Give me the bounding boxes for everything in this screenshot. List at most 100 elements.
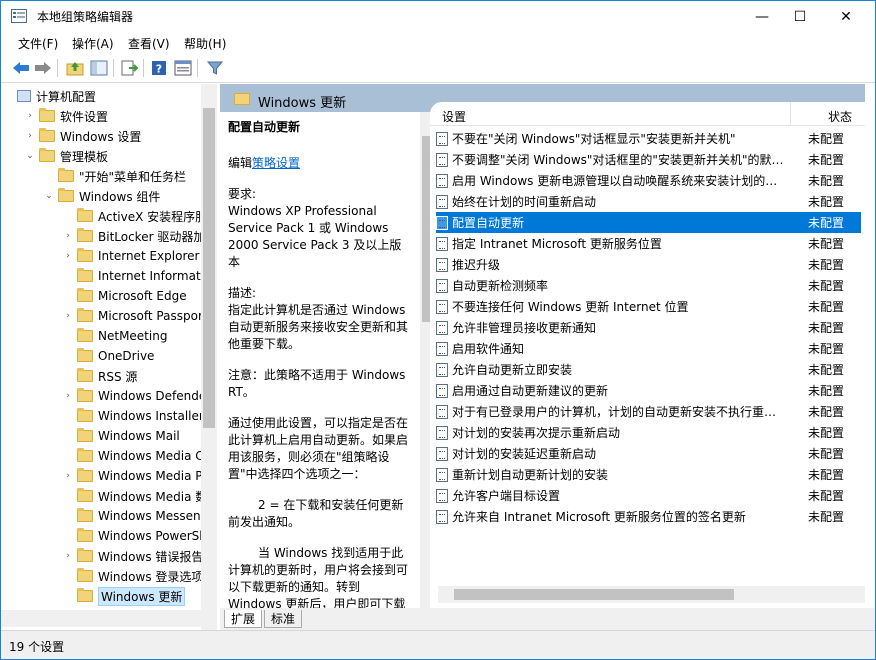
policy-state: 未配置 [808,489,845,503]
policy-row[interactable]: 指定 Intranet Microsoft 更新服务位置 未配置 [436,233,861,254]
policy-row[interactable]: 推迟升级 未配置 [436,254,861,275]
policy-name: 启用软件通知 [452,342,525,356]
policy-state: 未配置 [808,384,845,398]
chevron-right-icon[interactable]: › [62,391,74,401]
tree-item[interactable]: "开始"菜单和任务栏 [43,166,186,186]
policy-row[interactable]: 重新计划自动更新计划的安装 未配置 [436,464,861,485]
policy-setting-icon [436,362,448,377]
back-button[interactable] [11,58,31,78]
maximize-button[interactable]: ☐ [777,1,823,32]
tree-item[interactable]: Microsoft Edge [62,286,187,306]
policy-state: 未配置 [808,447,845,461]
tree-item[interactable]: ⌄ 管理模板 [24,146,108,166]
tree-item[interactable]: › Windows Media Play [62,466,216,486]
menu-action[interactable]: 操作(A) [72,35,114,52]
tree-item[interactable]: ⌄ Windows 组件 [43,186,160,206]
tree-vertical-scrollbar[interactable] [201,84,217,630]
properties-button[interactable] [173,58,193,78]
tree-horizontal-scrollbar[interactable] [1,610,201,627]
close-button[interactable]: ✕ [823,1,869,32]
export-list-button[interactable] [119,58,139,78]
tree-item[interactable]: › Internet Explorer [62,246,199,266]
menu-file[interactable]: 文件(F) [18,35,58,52]
status-bar: 19 个设置 [1,630,875,659]
policy-row[interactable]: 允许客户端目标设置 未配置 [436,485,861,506]
edit-policy-link[interactable]: 策略设置 [252,156,300,170]
back-icon [13,62,29,74]
tree-item[interactable]: OneDrive [62,346,154,366]
tree-item[interactable]: NetMeeting [62,326,167,346]
column-state[interactable]: 状态 [828,108,852,125]
list-scroll-thumb[interactable] [454,589,734,600]
up-folder-button[interactable] [65,58,85,78]
help-button[interactable]: ? [149,58,169,78]
tab-extended[interactable]: 扩展 [224,610,263,628]
policy-row[interactable]: 允许自动更新立即安装 未配置 [436,359,861,380]
tree-item[interactable]: › Windows Defender [62,386,211,406]
policy-state: 未配置 [808,426,845,440]
policy-row[interactable]: 始终在计划的时间重新启动 未配置 [436,191,861,212]
policy-row[interactable]: 对于有已登录用户的计算机，计划的自动更新安装不执行重… 未配置 [436,401,861,422]
tree-item[interactable]: › Windows 设置 [24,126,141,146]
tree-item[interactable]: Windows Messenge [62,506,216,526]
chevron-down-icon[interactable]: ⌄ [43,191,55,201]
status-text: 19 个设置 [9,640,65,654]
tree-item[interactable]: Windows PowerShel [62,526,216,546]
chevron-right-icon[interactable]: › [24,131,36,141]
policy-row[interactable]: 不要连接任何 Windows 更新 Internet 位置 未配置 [436,296,861,317]
tree-scroll-thumb[interactable] [203,108,215,428]
tree-item[interactable]: Windows Mail [62,426,180,446]
tree-item[interactable]: Windows Installer [62,406,204,426]
tree-item[interactable]: › Microsoft Passport f [62,306,216,326]
tree-item[interactable]: Windows Media 数字 [62,486,216,506]
policy-setting-icon [436,509,448,524]
list-header: 设置 状态 [430,102,865,126]
policy-setting-icon [436,278,448,293]
tree-item[interactable]: 计算机配置 [5,86,96,106]
policy-row[interactable]: 允许来自 Intranet Microsoft 更新服务位置的签名更新 未配置 [436,506,861,527]
chevron-right-icon[interactable]: › [62,231,74,241]
tree-item[interactable]: Internet Information [62,266,216,286]
tree-item[interactable]: Windows 登录选项 [62,566,203,586]
tree-item[interactable]: RSS 源 [62,366,137,386]
tree-item[interactable]: › Windows 错误报告 [62,546,203,566]
tree-item[interactable]: Windows 更新 [62,586,186,606]
policy-state: 未配置 [808,300,845,314]
policy-row[interactable]: 允许非管理员接收更新通知 未配置 [436,317,861,338]
policy-state: 未配置 [808,321,845,335]
tree-item[interactable]: Windows Media Cen [62,446,216,466]
tree-item[interactable]: ActiveX 安装程序服务 [62,206,216,226]
folder-icon [39,108,55,122]
toolbar: ? [1,53,875,83]
chevron-down-icon[interactable]: ⌄ [24,151,36,161]
chevron-right-icon[interactable]: › [62,471,74,481]
chevron-right-icon[interactable]: › [62,551,74,561]
policy-row[interactable]: 不要调整"关闭 Windows"对话框里的"安装更新并关机"的默… 未配置 [436,149,861,170]
menu-help[interactable]: 帮助(H) [184,35,226,52]
policy-row[interactable]: 启用通过自动更新建议的更新 未配置 [436,380,861,401]
chevron-right-icon[interactable]: › [62,251,74,261]
folder-icon [77,548,93,562]
menu-view[interactable]: 查看(V) [128,35,170,52]
chevron-right-icon[interactable]: › [62,311,74,321]
chevron-right-icon[interactable]: › [24,111,36,121]
folder-icon [234,93,250,105]
policy-row[interactable]: 自动更新检测频率 未配置 [436,275,861,296]
policy-row[interactable]: 对计划的安装延迟重新启动 未配置 [436,443,861,464]
tree-item[interactable]: › BitLocker 驱动器加密 [62,226,216,246]
policy-row[interactable]: 启用软件通知 未配置 [436,338,861,359]
filter-button[interactable] [205,58,225,78]
show-hide-tree-button[interactable] [89,58,109,78]
policy-row[interactable]: 不要在"关闭 Windows"对话框显示"安装更新并关机" 未配置 [436,128,861,149]
tree-item-label: Internet Explorer [98,249,200,263]
tab-standard[interactable]: 标准 [264,610,303,628]
list-horizontal-scrollbar[interactable] [438,586,865,603]
filter-icon [207,61,223,75]
forward-button[interactable] [33,58,53,78]
tree-item-label: Microsoft Passport f [98,309,216,323]
column-setting[interactable]: 设置 [442,108,466,125]
policy-row[interactable]: 配置自动更新 未配置 [436,212,861,233]
policy-row[interactable]: 启用 Windows 更新电源管理以自动唤醒系统来安装计划的… 未配置 [436,170,861,191]
tree-item[interactable]: › 软件设置 [24,106,108,126]
policy-row[interactable]: 对计划的安装再次提示重新启动 未配置 [436,422,861,443]
